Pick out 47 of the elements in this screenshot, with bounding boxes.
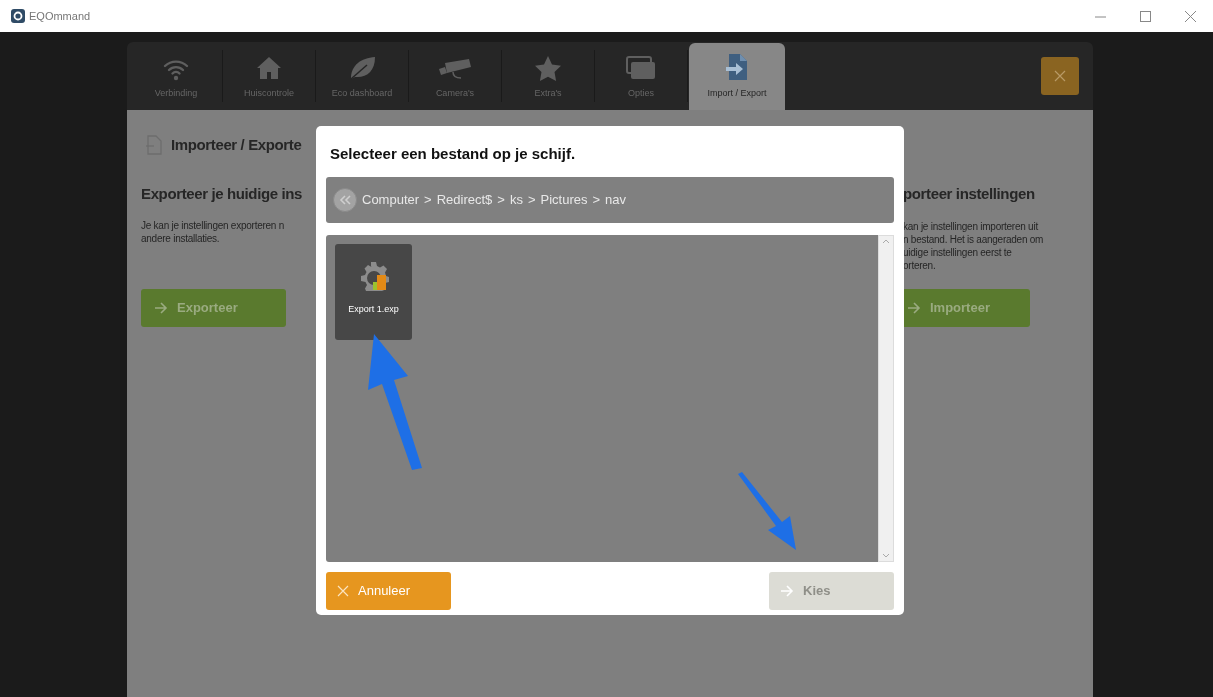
- house-icon: [255, 54, 283, 81]
- arrow-right-icon: [154, 302, 168, 314]
- nav-tab[interactable]: Extra's: [502, 50, 595, 102]
- window-title: EQOmmand: [29, 8, 91, 24]
- close-icon: [337, 584, 349, 597]
- description-line: uidige instellingen eerst te: [903, 245, 1013, 259]
- maximize-icon[interactable]: [1140, 10, 1151, 22]
- close-icon[interactable]: [1185, 10, 1196, 22]
- arrow-right-icon: [780, 584, 794, 597]
- import-button[interactable]: Importeer: [903, 288, 1030, 327]
- path-separator: >: [424, 190, 432, 209]
- back-button[interactable]: [333, 187, 357, 212]
- arrow-right-icon: [907, 301, 921, 314]
- path-separator: >: [497, 190, 505, 209]
- section-heading: porteer instellingen: [903, 184, 1036, 204]
- chevron-down-icon: [882, 552, 890, 558]
- description-line: kan je instellingen importeren uit: [903, 219, 1039, 233]
- path-separator: >: [527, 190, 536, 209]
- path-segment[interactable]: ks: [509, 189, 523, 210]
- cancel-button[interactable]: Annuleer: [326, 571, 451, 610]
- gear-file-icon: [358, 260, 389, 291]
- file-import-icon: [725, 52, 749, 81]
- path-segment[interactable]: Pictures: [540, 189, 588, 210]
- camera-icon: [437, 56, 473, 81]
- export-button[interactable]: Exporteer: [141, 289, 286, 327]
- description-line: andere installaties.: [141, 232, 221, 245]
- page-title: Importeer / Exporte: [171, 135, 302, 155]
- nav-tab[interactable]: Huiscontrole: [223, 50, 316, 102]
- windows-icon: [625, 54, 657, 81]
- double-chevron-left-icon: [339, 194, 351, 205]
- description-line: Je kan je instellingen exporteren n: [141, 219, 285, 232]
- description-line: n bestand. Het is aangeraden om: [903, 232, 1045, 246]
- section-heading: Exporteer je huidige ins: [141, 183, 304, 204]
- dialog-title: Selecteer een bestand op je schijf.: [330, 144, 577, 164]
- close-icon: [1054, 70, 1066, 82]
- app-logo-icon: [11, 9, 25, 23]
- chevron-up-icon: [882, 238, 890, 244]
- file-tile[interactable]: Export 1.exp: [335, 243, 412, 340]
- path-separator: >: [592, 190, 601, 209]
- description-line: orteren.: [903, 258, 937, 272]
- scrollbar[interactable]: [878, 234, 894, 562]
- nav-tab[interactable]: Import / Export: [689, 43, 785, 110]
- close-button[interactable]: [1041, 57, 1079, 95]
- path-segment[interactable]: nav: [605, 189, 627, 210]
- path-segment[interactable]: Redirect$: [436, 189, 493, 210]
- star-icon: [534, 54, 562, 81]
- path-segment[interactable]: Computer: [362, 189, 420, 210]
